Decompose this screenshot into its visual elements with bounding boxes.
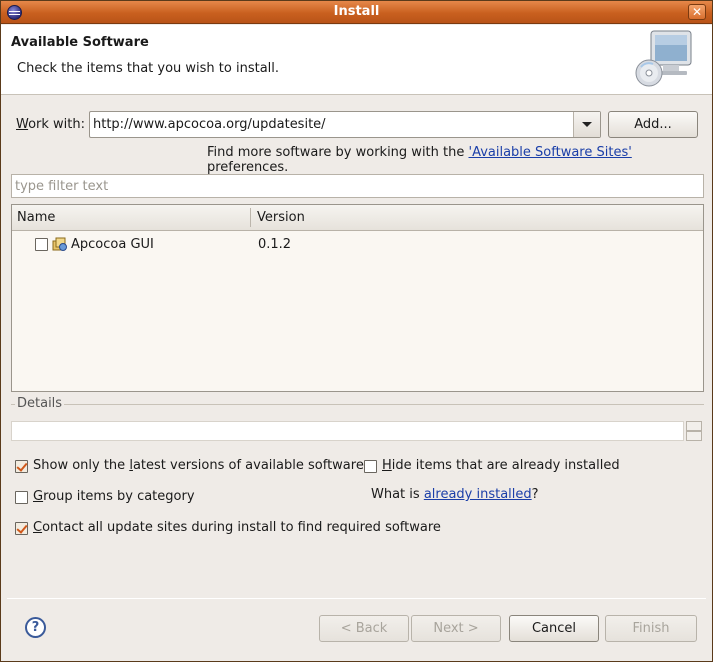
install-dialog: Install ✕ Available Software Check the i… [0,0,713,662]
column-separator[interactable] [250,208,251,227]
work-with-value[interactable]: http://www.apcocoa.org/updatesite/ [93,117,326,132]
contact-sites-label[interactable]: Contact all update sites during install … [33,520,441,535]
row-checkbox[interactable] [35,238,48,251]
page-description: Check the items that you wish to install… [17,61,280,76]
group-category-label[interactable]: Group items by category [33,489,195,504]
filter-placeholder: type filter text [15,179,109,194]
title-bar[interactable]: Install ✕ [1,1,712,24]
feature-package-icon [52,237,67,251]
show-latest-checkbox[interactable] [15,460,28,473]
what-is-text: What is already installed? [371,487,539,502]
column-name[interactable]: Name [17,210,55,225]
details-group: Details [11,396,704,448]
scroll-up-icon[interactable] [686,421,702,431]
contact-sites-checkbox[interactable] [15,522,28,535]
details-text[interactable] [11,421,684,441]
available-sites-link[interactable]: 'Available Software Sites' [469,145,632,160]
monitor-cd-icon [635,30,692,87]
already-installed-link[interactable]: already installed [424,487,532,502]
close-button[interactable]: ✕ [688,4,706,20]
filter-input[interactable]: type filter text [11,174,704,198]
group-category-checkbox[interactable] [15,491,28,504]
software-table[interactable]: Name Version Apcocoa GUI 0.1.2 [11,204,704,392]
wizard-header: Available Software Check the items that … [1,25,712,95]
page-title: Available Software [11,35,149,50]
finish-button[interactable]: Finish [605,615,697,642]
work-with-label: Work with: [16,117,86,132]
hide-installed-checkbox[interactable] [364,460,377,473]
next-button[interactable]: Next > [411,615,501,642]
show-latest-label[interactable]: Show only the latest versions of availab… [33,458,364,473]
back-button[interactable]: < Back [319,615,409,642]
row-version: 0.1.2 [258,237,292,252]
scroll-down-icon[interactable] [686,431,702,441]
table-row[interactable]: Apcocoa GUI 0.1.2 [12,233,703,257]
row-name: Apcocoa GUI [71,237,154,252]
chevron-down-icon[interactable] [573,112,600,137]
cancel-button[interactable]: Cancel [509,615,599,642]
hide-installed-label[interactable]: Hide items that are already installed [382,458,620,473]
help-icon[interactable]: ? [25,617,46,638]
footer-divider [7,598,706,599]
details-scrollbar[interactable] [686,421,702,441]
details-label: Details [15,396,65,411]
window-title: Install [333,4,380,19]
column-version[interactable]: Version [257,210,305,225]
add-site-button[interactable]: Add... [608,111,698,138]
work-with-combo[interactable]: http://www.apcocoa.org/updatesite/ [89,111,601,138]
table-header: Name Version [12,205,703,231]
find-more-text: Find more software by working with the '… [207,145,632,175]
